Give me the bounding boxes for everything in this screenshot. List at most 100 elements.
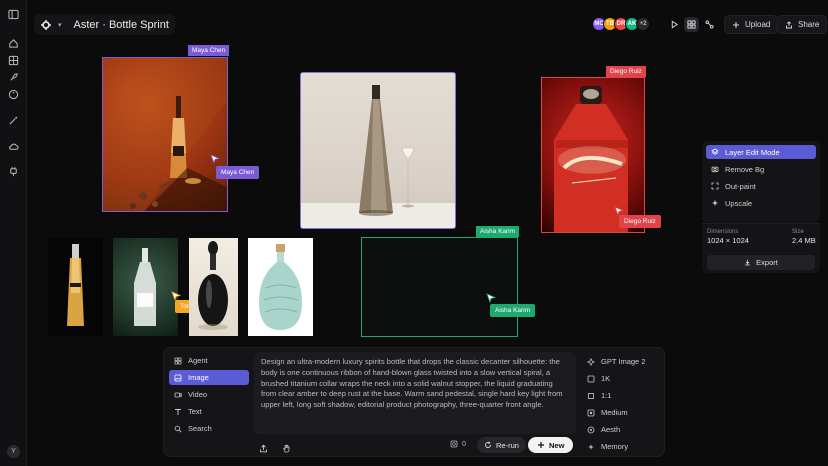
green-bottle-illustration (134, 248, 156, 326)
remove-bg-item[interactable]: Remove Bg (706, 162, 816, 176)
quality-icon (587, 409, 595, 416)
plus-icon (538, 442, 544, 448)
new-generation-button[interactable]: New (528, 437, 574, 453)
new-label: New (549, 440, 565, 450)
camera-icon (711, 166, 719, 173)
red-bottle-illustration (554, 86, 628, 232)
setting-label: Memory (601, 442, 629, 451)
credits-icon (450, 440, 458, 448)
user-avatar[interactable]: Y (7, 445, 20, 458)
menu-item-label: Upscale (725, 198, 753, 208)
mode-image[interactable]: Image (169, 370, 249, 385)
expand-icon (711, 182, 719, 190)
collaborator-cursor-tag: Maya Chen (216, 166, 260, 179)
size-block: Size 2.4 MB (792, 229, 816, 245)
plus-icon (733, 21, 739, 28)
mode-label: Text (188, 407, 202, 416)
frame-owner-label: Aisha Karim (476, 226, 520, 237)
dimensions-label: Dimensions (707, 229, 739, 235)
setting-label: 1K (601, 374, 611, 383)
layer-edit-mode-item[interactable]: Layer Edit Mode (706, 145, 816, 159)
sidebar-toggle-icon[interactable] (8, 9, 19, 20)
generation-settings: GPT Image 2 1K 1:1 Medium Aesth Memory (584, 353, 664, 455)
export-button[interactable]: Export (707, 255, 815, 270)
mode-agent[interactable]: Agent (169, 353, 249, 368)
quality-selector[interactable]: Medium (584, 404, 664, 421)
collaborator-avatars[interactable]: MC TB DR AK +2 (592, 17, 650, 31)
black-decanter-illustration (198, 241, 228, 330)
setting-label: GPT Image 2 (601, 357, 646, 366)
collaborator-cursor-tag: Aisha Karim (490, 304, 536, 317)
magic-wand-icon[interactable] (8, 115, 19, 126)
resolution-selector[interactable]: 1K (584, 370, 664, 387)
image-icon (174, 374, 182, 381)
share-button[interactable]: Share (777, 15, 828, 34)
aqua-bottle-illustration (259, 244, 302, 330)
cloud-icon[interactable] (8, 141, 19, 152)
plugin-icon[interactable] (8, 166, 19, 177)
prompt-textarea[interactable]: Design an ultra-modern luxury spirits bo… (254, 352, 576, 434)
mode-text[interactable]: Text (169, 404, 249, 419)
collaborator-cursor-tag: Diego Ruiz (619, 215, 661, 228)
mode-label: Video (188, 390, 208, 399)
canvas-image-aqua-bottle[interactable] (248, 238, 313, 336)
sparkle-icon (711, 199, 719, 207)
dark-bottle-illustration (67, 244, 84, 326)
grid-icon[interactable] (8, 55, 19, 66)
share-label: Share (798, 20, 820, 29)
mode-label: Agent (188, 356, 208, 365)
resolution-icon (587, 375, 595, 382)
aspect-icon (588, 392, 594, 399)
upscale-item[interactable]: Upscale (706, 196, 816, 210)
image-info-panel: Dimensions 1024 × 1024 Size 2.4 MB Expor… (702, 223, 820, 273)
style-icon (587, 426, 595, 433)
left-rail: Y (0, 0, 27, 466)
empty-generation-frame[interactable] (361, 237, 518, 337)
search-icon (174, 425, 182, 432)
rocket-icon[interactable] (8, 72, 19, 83)
grid-view-icon[interactable] (684, 17, 699, 32)
aspect-ratio-selector[interactable]: 1:1 (584, 387, 664, 404)
size-value: 2.4 MB (792, 236, 816, 245)
model-icon (587, 357, 595, 366)
canvas-image-green-bottle[interactable] (113, 238, 178, 336)
download-icon (745, 259, 750, 266)
rerun-button[interactable]: Re-run (477, 437, 526, 453)
dimensions-block: Dimensions 1024 × 1024 (707, 229, 749, 245)
upload-icon[interactable] (259, 440, 269, 453)
nodes-icon[interactable] (702, 17, 717, 32)
cursor-icon (210, 154, 220, 164)
project-switcher[interactable]: ▾ Aster · Bottle Sprint (34, 14, 175, 35)
refresh-icon (485, 441, 491, 448)
upload-button[interactable]: Upload (724, 15, 779, 34)
mode-search[interactable]: Search (169, 421, 249, 436)
project-title: Aster · Bottle Sprint (73, 18, 169, 31)
model-selector[interactable]: GPT Image 2 (584, 353, 664, 370)
canvas-image-orange-bottle[interactable] (102, 57, 228, 212)
home-icon[interactable] (8, 38, 19, 49)
canvas-image-dark-bottle[interactable] (48, 238, 103, 336)
style-selector[interactable]: Aesth (584, 421, 664, 438)
mode-label: Search (188, 424, 212, 433)
dimensions-value: 1024 × 1024 (707, 236, 749, 245)
menu-item-label: Layer Edit Mode (725, 147, 780, 157)
setting-label: 1:1 (601, 391, 612, 400)
palette-icon[interactable] (8, 89, 19, 100)
app-root: Y ▾ Aster · Bottle Sprint MC TB DR AK +2… (0, 0, 828, 466)
orange-bottle-illustration (103, 58, 227, 211)
mode-video[interactable]: Video (169, 387, 249, 402)
mode-label: Image (188, 373, 209, 382)
setting-label: Medium (601, 408, 628, 417)
canvas-image-black-decanter[interactable] (189, 238, 238, 336)
canvas-image-spiral-bottle[interactable] (300, 72, 456, 229)
more-collaborators-badge[interactable]: +2 (636, 17, 650, 31)
memory-selector[interactable]: Memory (584, 438, 664, 455)
play-icon[interactable] (667, 17, 682, 32)
hand-icon[interactable] (282, 440, 292, 453)
layer-actions-menu: Layer Edit Mode Remove Bg Out-paint Upsc… (702, 141, 820, 223)
out-paint-item[interactable]: Out-paint (706, 179, 816, 193)
canvas-image-red-bottle[interactable] (541, 77, 645, 233)
layers-icon (711, 148, 719, 155)
video-icon (174, 392, 182, 397)
chevron-down-icon: ▾ (58, 21, 62, 29)
